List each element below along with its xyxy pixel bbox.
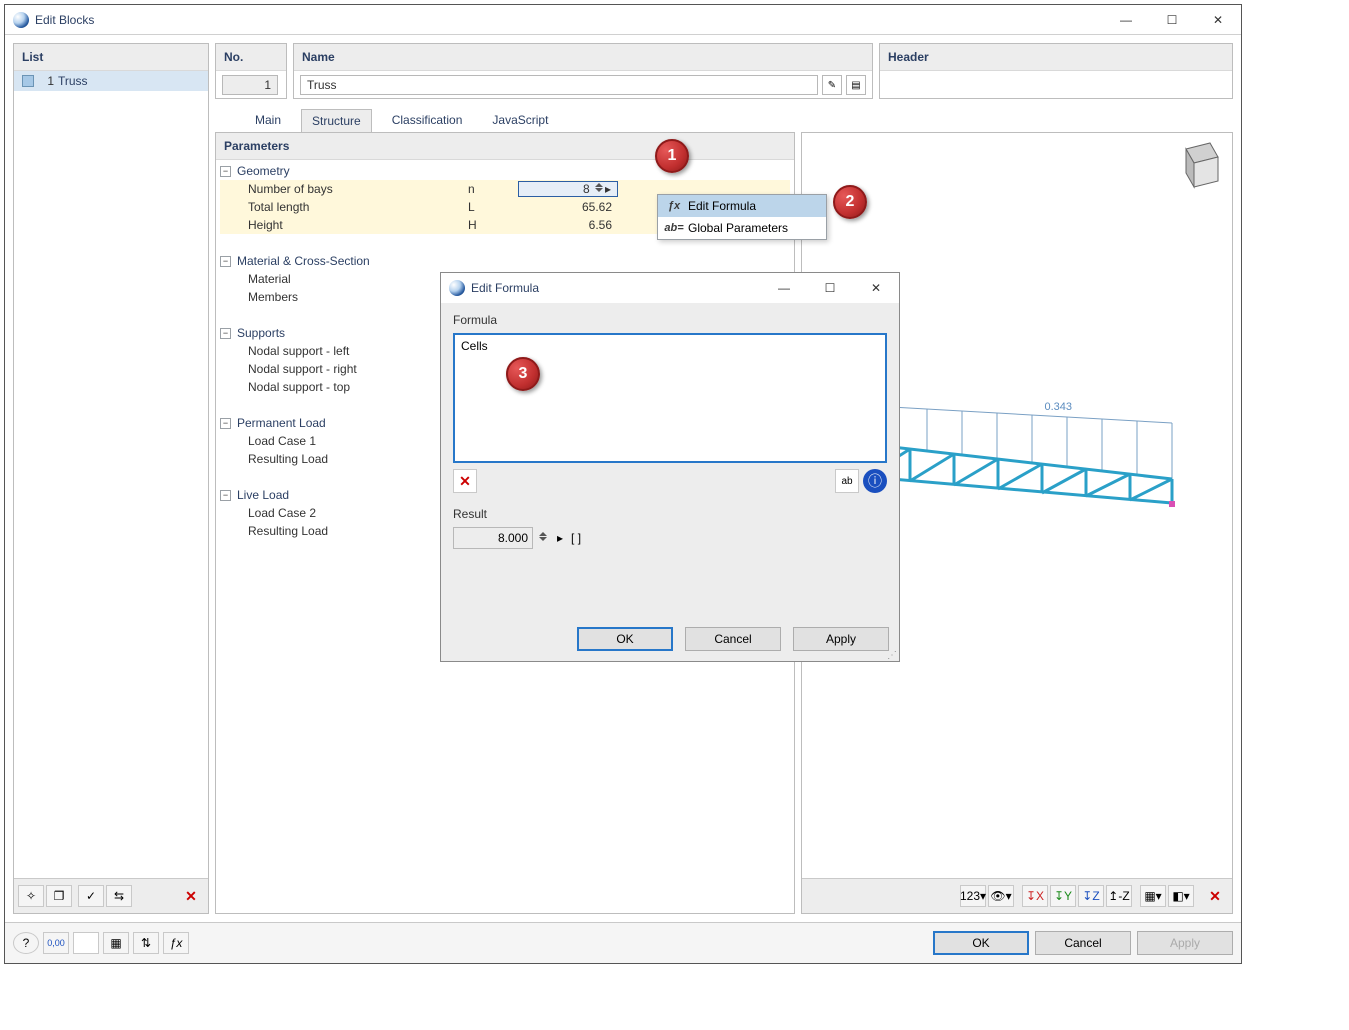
edit-blocks-window: Edit Blocks — ☐ ✕ List 1 Truss ✧ ❐ [4, 4, 1242, 964]
list-item-label: Truss [58, 74, 88, 88]
formula-label: Formula [453, 313, 887, 327]
main-cancel-button[interactable]: Cancel [1035, 931, 1131, 955]
delete-block-button[interactable]: ✕ [178, 885, 204, 907]
window-controls: — ☐ ✕ [1103, 5, 1241, 35]
result-step-button[interactable]: ▸ [557, 531, 563, 545]
collapse-icon[interactable]: − [220, 490, 231, 501]
collapse-icon[interactable]: − [220, 256, 231, 267]
modal-ok-button[interactable]: OK [577, 627, 673, 651]
iso-view-button[interactable]: ◧▾ [1168, 885, 1194, 907]
modal-cancel-button[interactable]: Cancel [685, 627, 781, 651]
modal-footer: OK Cancel Apply [441, 617, 899, 661]
list-item-truss[interactable]: 1 Truss [14, 71, 208, 91]
badge-1: 1 [655, 139, 689, 173]
ab-icon: ab= [666, 220, 682, 236]
axis-neg-z-button[interactable]: ↥-Z [1106, 885, 1132, 907]
units-button[interactable]: ⇅ [133, 932, 159, 954]
modal-titlebar: Edit Formula — ☐ ✕ [441, 273, 899, 303]
modal-title: Edit Formula [471, 281, 539, 295]
badge-3: 3 [506, 357, 540, 391]
app-icon [449, 280, 465, 296]
clear-formula-button[interactable]: ✕ [453, 469, 477, 493]
formula-input[interactable]: Cells [453, 333, 887, 463]
new-block-button[interactable]: ✧ [18, 885, 44, 907]
modal-close-button[interactable]: ✕ [853, 273, 899, 303]
decimals-button[interactable]: 0,00 [43, 932, 69, 954]
collapse-icon[interactable]: − [220, 166, 231, 177]
info-button[interactable]: ⓘ [863, 469, 887, 493]
axis-cube-icon[interactable] [1166, 139, 1226, 198]
list-toolbar: ✧ ❐ ✓ ⇆ ✕ [14, 878, 208, 913]
main-apply-button: Apply [1137, 931, 1233, 955]
top-panels: No. Name ✎ ▤ Header [215, 43, 1233, 99]
axis-z-button[interactable]: ↧Z [1078, 885, 1104, 907]
view-button[interactable]: 👁▾ [988, 885, 1014, 907]
name-header: Name [294, 44, 872, 71]
badge-2: 2 [833, 185, 867, 219]
reset-preview-button[interactable]: ✕ [1202, 885, 1228, 907]
fx-toolbar-button[interactable]: ƒx [163, 932, 189, 954]
titlebar: Edit Blocks — ☐ ✕ [5, 5, 1241, 35]
menu-global-parameters[interactable]: ab= Global Parameters [658, 217, 826, 239]
no-header: No. [216, 44, 286, 71]
truss-color-box [22, 75, 34, 87]
list-header: List [14, 44, 208, 71]
menu-edit-formula[interactable]: ƒx Edit Formula [658, 195, 826, 217]
bays-value-input[interactable]: 8 ▸ [518, 181, 618, 198]
library-icon[interactable]: ▤ [846, 75, 866, 95]
help-button[interactable]: ? [13, 932, 39, 954]
tab-javascript[interactable]: JavaScript [482, 109, 558, 132]
main-footer: ? 0,00 ▦ ⇅ ƒx OK Cancel Apply [5, 922, 1241, 963]
result-label: Result [453, 507, 887, 521]
swap-button[interactable]: ⇆ [106, 885, 132, 907]
modal-minimize-button[interactable]: — [761, 273, 807, 303]
tabs: Main Structure Classification JavaScript [215, 99, 1233, 132]
tab-structure[interactable]: Structure [301, 109, 372, 132]
collapse-icon[interactable]: − [220, 328, 231, 339]
modal-maximize-button[interactable]: ☐ [807, 273, 853, 303]
left-panel: List 1 Truss ✧ ❐ ✓ ⇆ ✕ [13, 43, 209, 914]
axis-y-button[interactable]: ↧Y [1050, 885, 1076, 907]
maximize-button[interactable]: ☐ [1149, 5, 1195, 35]
tab-main[interactable]: Main [245, 109, 291, 132]
header-panel: Header [879, 43, 1233, 99]
multi-button[interactable]: ▦ [103, 932, 129, 954]
check-button[interactable]: ✓ [78, 885, 104, 907]
name-input[interactable] [300, 75, 818, 95]
group-geometry[interactable]: −Geometry [220, 162, 790, 180]
render-mode-button[interactable]: ▦▾ [1140, 885, 1166, 907]
spinner-icon[interactable] [593, 182, 605, 196]
result-input[interactable] [453, 527, 533, 549]
group-material[interactable]: −Material & Cross-Section [220, 252, 790, 270]
name-panel: Name ✎ ▤ [293, 43, 873, 99]
resize-grip-icon[interactable]: ⋰ [887, 653, 897, 659]
minimize-button[interactable]: — [1103, 5, 1149, 35]
parameters-header: Parameters [216, 133, 794, 160]
app-icon [13, 12, 29, 28]
list-item-num: 1 [40, 74, 54, 88]
no-input[interactable] [222, 75, 278, 95]
ab-button[interactable]: ab [835, 469, 859, 493]
axis-x-button[interactable]: ↧X [1022, 885, 1048, 907]
close-button[interactable]: ✕ [1195, 5, 1241, 35]
preview-toolbar: 123▾ 👁▾ ↧X ↧Y ↧Z ↥-Z ▦▾ ◧▾ ✕ [802, 878, 1232, 913]
collapse-icon[interactable]: − [220, 418, 231, 429]
main-ok-button[interactable]: OK [933, 931, 1029, 955]
no-panel: No. [215, 43, 287, 99]
show-numbers-button[interactable]: 123▾ [960, 885, 986, 907]
header-header: Header [880, 44, 1232, 71]
formula-context-menu: ƒx Edit Formula ab= Global Parameters [657, 194, 827, 240]
tab-classification[interactable]: Classification [382, 109, 473, 132]
edit-name-icon[interactable]: ✎ [822, 75, 842, 95]
modal-apply-button[interactable]: Apply [793, 627, 889, 651]
window-title: Edit Blocks [35, 13, 94, 27]
brackets-label: [ ] [571, 531, 581, 545]
result-spinner-icon[interactable] [537, 531, 549, 545]
edit-formula-dialog: Edit Formula — ☐ ✕ Formula Cells ✕ ab ⓘ … [440, 272, 900, 662]
fx-icon: ƒx [666, 198, 682, 214]
copy-block-button[interactable]: ❐ [46, 885, 72, 907]
white-square-button[interactable] [73, 932, 99, 954]
